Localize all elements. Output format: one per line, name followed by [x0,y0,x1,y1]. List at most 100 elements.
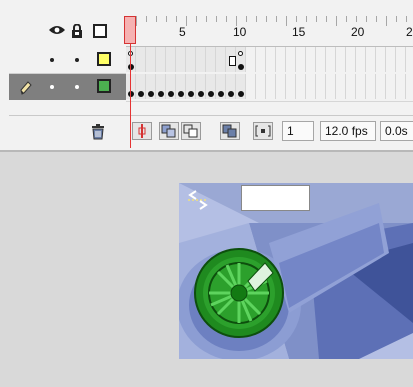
frame-cell[interactable] [176,47,186,72]
ruler-tick [316,16,317,22]
frame-cell[interactable] [186,47,196,72]
layer-row-selected[interactable] [9,74,126,100]
keyframe-dot [228,91,234,97]
ruler-tick [196,16,197,22]
center-frame-icon[interactable] [132,122,152,140]
frame-cell[interactable] [376,47,386,72]
frame-cell[interactable] [366,47,376,72]
ruler-tick [216,16,217,22]
frames-row[interactable] [126,74,413,100]
ruler-tick [136,16,137,26]
keyframe-dot [188,91,194,97]
timeline-status-bar: 1 12.0 fps 0.0s [9,115,413,149]
onion-skin-icon[interactable] [159,122,179,140]
lock-icon[interactable] [71,23,83,41]
frame-cell[interactable] [316,74,326,99]
frame-cell[interactable] [206,47,216,72]
frame-cell[interactable] [246,74,256,99]
text-box[interactable] [241,185,310,211]
frame-cell[interactable] [396,47,406,72]
layer-outline-swatch[interactable] [97,79,111,93]
ruler-tick [276,16,277,22]
frame-cell[interactable] [386,47,396,72]
keyframe-dot [238,91,244,97]
frame-cell[interactable] [336,47,346,72]
ruler-tick [256,16,257,22]
frame-cell[interactable] [286,47,296,72]
visibility-dot[interactable] [50,85,54,89]
frame-cell[interactable] [286,74,296,99]
frame-cell[interactable] [156,47,166,72]
visibility-dot[interactable] [50,58,54,62]
frame-cell[interactable] [256,74,266,99]
frame-cell[interactable] [256,47,266,72]
frame-cell[interactable] [386,74,396,99]
frame-cell[interactable] [276,74,286,99]
eye-icon[interactable] [48,24,66,39]
frame-cell[interactable] [276,47,286,72]
frame-cell[interactable] [376,74,386,99]
frame-cell[interactable] [266,74,276,99]
frame-cell[interactable] [296,47,306,72]
frame-cell[interactable] [306,47,316,72]
edit-multiple-frames-icon[interactable] [220,122,240,140]
frame-cell[interactable] [246,47,256,72]
frame-cell[interactable] [266,47,276,72]
frame-number: 5 [179,25,186,39]
frame-cell[interactable] [196,47,206,72]
current-frame-field[interactable]: 1 [282,121,314,141]
keyframe-dot [148,91,154,97]
ruler-tick [336,16,337,26]
ruler-tick [246,16,247,22]
frame-cell[interactable] [326,47,336,72]
ruler-tick [266,16,267,22]
frame-cell[interactable] [296,74,306,99]
modify-onion-markers-icon[interactable] [253,122,273,140]
frame-cell[interactable] [396,74,406,99]
onion-skin-outline-icon[interactable] [181,122,201,140]
frame-cell[interactable] [406,74,413,99]
move-arrows-icon[interactable] [186,187,210,213]
outline-square-icon[interactable] [93,24,107,41]
frame-cell[interactable] [326,74,336,99]
frame-cell[interactable] [406,47,413,72]
frame-cell[interactable] [356,74,366,99]
frame-cell[interactable] [136,47,146,72]
frames-row[interactable] [126,47,413,73]
frame-rate-field[interactable]: 12.0 fps [320,121,376,141]
ruler-tick [226,16,227,22]
pencil-icon [20,80,32,99]
lock-dot[interactable] [75,85,79,89]
keyframe-dot [238,64,244,70]
frame-ruler[interactable]: 1 5 10 15 20 25 [126,6,413,47]
ruler-tick [186,16,187,26]
frame-cell[interactable] [346,74,356,99]
frame-cell[interactable] [146,47,156,72]
timeline-panel: 1 5 10 15 20 25 [9,0,413,149]
action-marker [238,51,243,56]
frame-number: 10 [233,25,247,39]
keyframe-dot [138,91,144,97]
frame-cell[interactable] [316,47,326,72]
frame-cell[interactable] [306,74,316,99]
keyframe-dot [178,91,184,97]
trash-icon[interactable] [91,124,105,144]
end-frame-marker [229,56,236,66]
playhead-line [130,44,131,148]
lock-dot[interactable] [75,58,79,62]
keyframe-dot [198,91,204,97]
playhead[interactable] [124,16,136,44]
frame-cell[interactable] [346,47,356,72]
layer-outline-swatch[interactable] [97,52,111,66]
ruler-tick [296,16,297,22]
frame-cell[interactable] [216,47,226,72]
frame-cell[interactable] [356,47,366,72]
frame-cell[interactable] [366,74,376,99]
ruler-tick [406,16,407,22]
elapsed-time-field: 0.0s [380,121,413,141]
keyframe-dot [168,91,174,97]
frame-cell[interactable] [336,74,346,99]
frame-number: 20 [351,25,365,39]
frame-cell[interactable] [166,47,176,72]
layer-row[interactable] [9,47,126,74]
